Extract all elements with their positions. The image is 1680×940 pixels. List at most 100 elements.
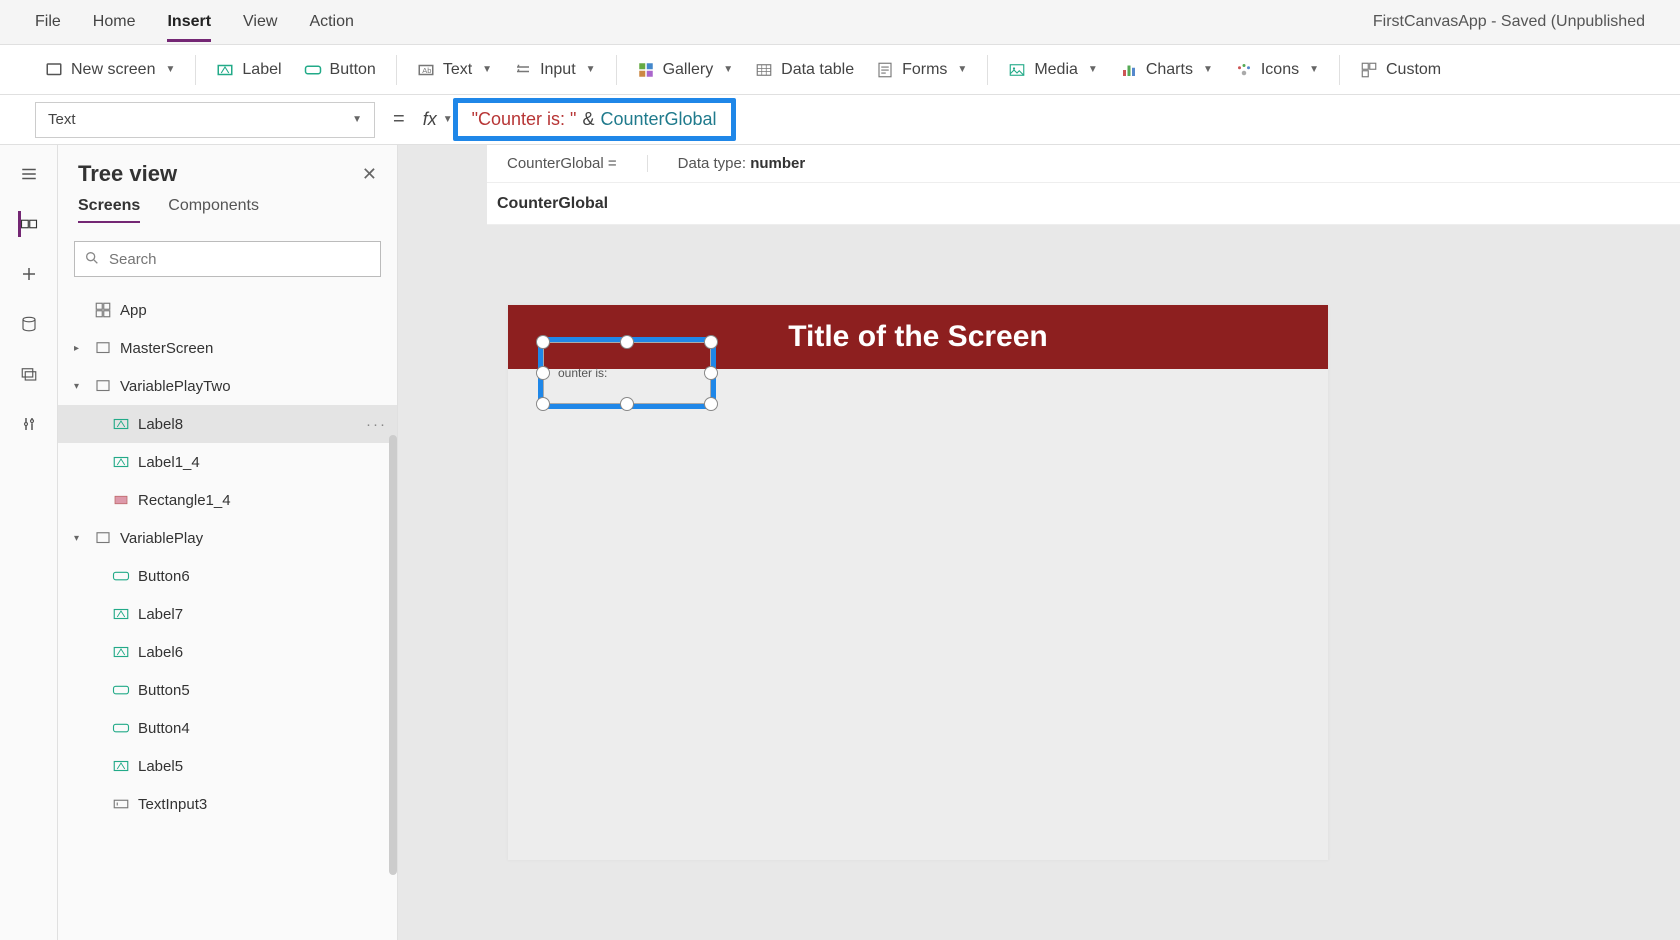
tree-item-label: Button5 bbox=[138, 682, 190, 699]
tools-icon[interactable] bbox=[18, 413, 40, 435]
tree-item-button6[interactable]: Button6 bbox=[58, 557, 397, 595]
suggestion-text: CounterGlobal bbox=[497, 195, 608, 213]
search-icon bbox=[84, 250, 100, 270]
forms-label: Forms bbox=[902, 61, 947, 79]
gallery-dropdown[interactable]: Gallery ▼ bbox=[637, 61, 734, 79]
tree-item-label5[interactable]: Label5 bbox=[58, 747, 397, 785]
button-icon bbox=[112, 567, 130, 585]
text-label: Text bbox=[443, 61, 472, 79]
resize-handle[interactable] bbox=[704, 366, 718, 380]
selected-control-label8[interactable]: ounter is: bbox=[538, 337, 716, 409]
label-button[interactable]: Label bbox=[216, 61, 281, 79]
resize-handle[interactable] bbox=[704, 335, 718, 349]
chevron-down-icon: ▼ bbox=[443, 114, 453, 125]
input-dropdown[interactable]: Input ▼ bbox=[514, 61, 596, 79]
charts-label: Charts bbox=[1146, 61, 1193, 79]
formula-bar: Text ▼ = fx ▼ "Counter is: " & CounterGl… bbox=[0, 95, 1680, 145]
chevron-down-icon: ▼ bbox=[1088, 64, 1098, 75]
screen-icon bbox=[94, 339, 112, 357]
menu-file[interactable]: File bbox=[35, 13, 61, 31]
chevron-down-icon: ▼ bbox=[957, 64, 967, 75]
menu-view[interactable]: View bbox=[243, 13, 277, 31]
formula-input[interactable]: "Counter is: " & CounterGlobal bbox=[453, 98, 1680, 142]
resize-handle[interactable] bbox=[704, 397, 718, 411]
property-dropdown[interactable]: Text ▼ bbox=[35, 102, 375, 138]
tree-item-label: Rectangle1_4 bbox=[138, 492, 231, 509]
tree-item-label: MasterScreen bbox=[120, 340, 213, 357]
tree-item-rectangle1_4[interactable]: Rectangle1_4 bbox=[58, 481, 397, 519]
tree-item-masterscreen[interactable]: ▸ MasterScreen bbox=[58, 329, 397, 367]
media-rail-icon[interactable] bbox=[18, 363, 40, 385]
menu-bar: File Home Insert View Action FirstCanvas… bbox=[0, 0, 1680, 45]
plus-icon[interactable] bbox=[18, 263, 40, 285]
custom-button[interactable]: Custom bbox=[1360, 61, 1441, 79]
label-control[interactable]: ounter is: bbox=[543, 342, 711, 404]
resize-handle[interactable] bbox=[620, 397, 634, 411]
screen-icon bbox=[94, 377, 112, 395]
more-icon[interactable]: ··· bbox=[366, 416, 387, 433]
chevron-down-icon: ▼ bbox=[723, 64, 733, 75]
intellisense-suggestion[interactable]: CounterGlobal bbox=[487, 183, 1680, 225]
var-equals: CounterGlobal = bbox=[507, 155, 648, 172]
search-input[interactable] bbox=[74, 241, 381, 277]
tree-item-label6[interactable]: Label6 bbox=[58, 633, 397, 671]
label-icon bbox=[112, 453, 130, 471]
resize-handle[interactable] bbox=[536, 366, 550, 380]
rect-icon bbox=[112, 491, 130, 509]
new-screen-button[interactable]: New screen ▼ bbox=[45, 61, 175, 79]
chevron-down-icon: ▼ bbox=[1309, 64, 1319, 75]
chevron-down-icon: ▼ bbox=[482, 64, 492, 75]
chevron-down-icon: ▼ bbox=[352, 114, 362, 125]
menu-home[interactable]: Home bbox=[93, 13, 136, 31]
screen-icon bbox=[45, 61, 63, 79]
tree-list: App ▸ MasterScreen ▾VariablePlayTwo Label8 ··… bbox=[58, 287, 397, 940]
datatable-button[interactable]: Data table bbox=[755, 61, 854, 79]
caret-icon[interactable]: ▸ bbox=[74, 343, 86, 354]
separator bbox=[616, 55, 617, 85]
caret-icon[interactable]: ▾ bbox=[74, 381, 86, 392]
forms-dropdown[interactable]: Forms ▼ bbox=[876, 61, 967, 79]
button-button[interactable]: Button bbox=[304, 61, 376, 79]
media-dropdown[interactable]: Media ▼ bbox=[1008, 61, 1097, 79]
resize-handle[interactable] bbox=[536, 335, 550, 349]
tree-item-variableplaytwo[interactable]: ▾VariablePlayTwo bbox=[58, 367, 397, 405]
label-icon bbox=[112, 757, 130, 775]
formula-variable: CounterGlobal bbox=[600, 109, 716, 130]
intellisense-row: CounterGlobal = Data type: number bbox=[487, 145, 1680, 183]
app-icon bbox=[94, 301, 112, 319]
separator bbox=[195, 55, 196, 85]
datatable-label: Data table bbox=[781, 61, 854, 79]
property-value: Text bbox=[48, 111, 76, 128]
menu-insert[interactable]: Insert bbox=[167, 13, 211, 42]
data-icon[interactable] bbox=[18, 313, 40, 335]
tree-item-button5[interactable]: Button5 bbox=[58, 671, 397, 709]
tree-item-label8[interactable]: Label8 ··· bbox=[58, 405, 397, 443]
caret-icon[interactable]: ▾ bbox=[74, 533, 86, 544]
text-dropdown[interactable]: Ab Text ▼ bbox=[417, 61, 492, 79]
menu-action[interactable]: Action bbox=[309, 13, 353, 31]
tree-item-label: Label8 bbox=[138, 416, 183, 433]
fx-label[interactable]: fx ▼ bbox=[423, 109, 453, 130]
label-icon bbox=[112, 415, 130, 433]
custom-label: Custom bbox=[1386, 61, 1441, 79]
tree-search bbox=[74, 241, 381, 277]
textinput-icon bbox=[112, 795, 130, 813]
resize-handle[interactable] bbox=[536, 397, 550, 411]
input-label: Input bbox=[540, 61, 576, 79]
charts-dropdown[interactable]: Charts ▼ bbox=[1120, 61, 1213, 79]
button-icon bbox=[112, 681, 130, 699]
tree-item-app[interactable]: App bbox=[58, 291, 397, 329]
tree-item-label1_4[interactable]: Label1_4 bbox=[58, 443, 397, 481]
tree-item-button4[interactable]: Button4 bbox=[58, 709, 397, 747]
tree-item-label7[interactable]: Label7 bbox=[58, 595, 397, 633]
tree-item-textinput3[interactable]: TextInput3 bbox=[58, 785, 397, 823]
scrollbar[interactable] bbox=[389, 435, 397, 875]
gallery-icon bbox=[637, 61, 655, 79]
tree-item-label: Label5 bbox=[138, 758, 183, 775]
tree-item-variableplay[interactable]: ▾VariablePlay bbox=[58, 519, 397, 557]
icons-dropdown[interactable]: Icons ▼ bbox=[1235, 61, 1319, 79]
separator bbox=[987, 55, 988, 85]
resize-handle[interactable] bbox=[620, 335, 634, 349]
canvas-area[interactable]: CounterGlobal = Data type: number Counte… bbox=[398, 145, 1680, 940]
chevron-down-icon: ▼ bbox=[165, 64, 175, 75]
